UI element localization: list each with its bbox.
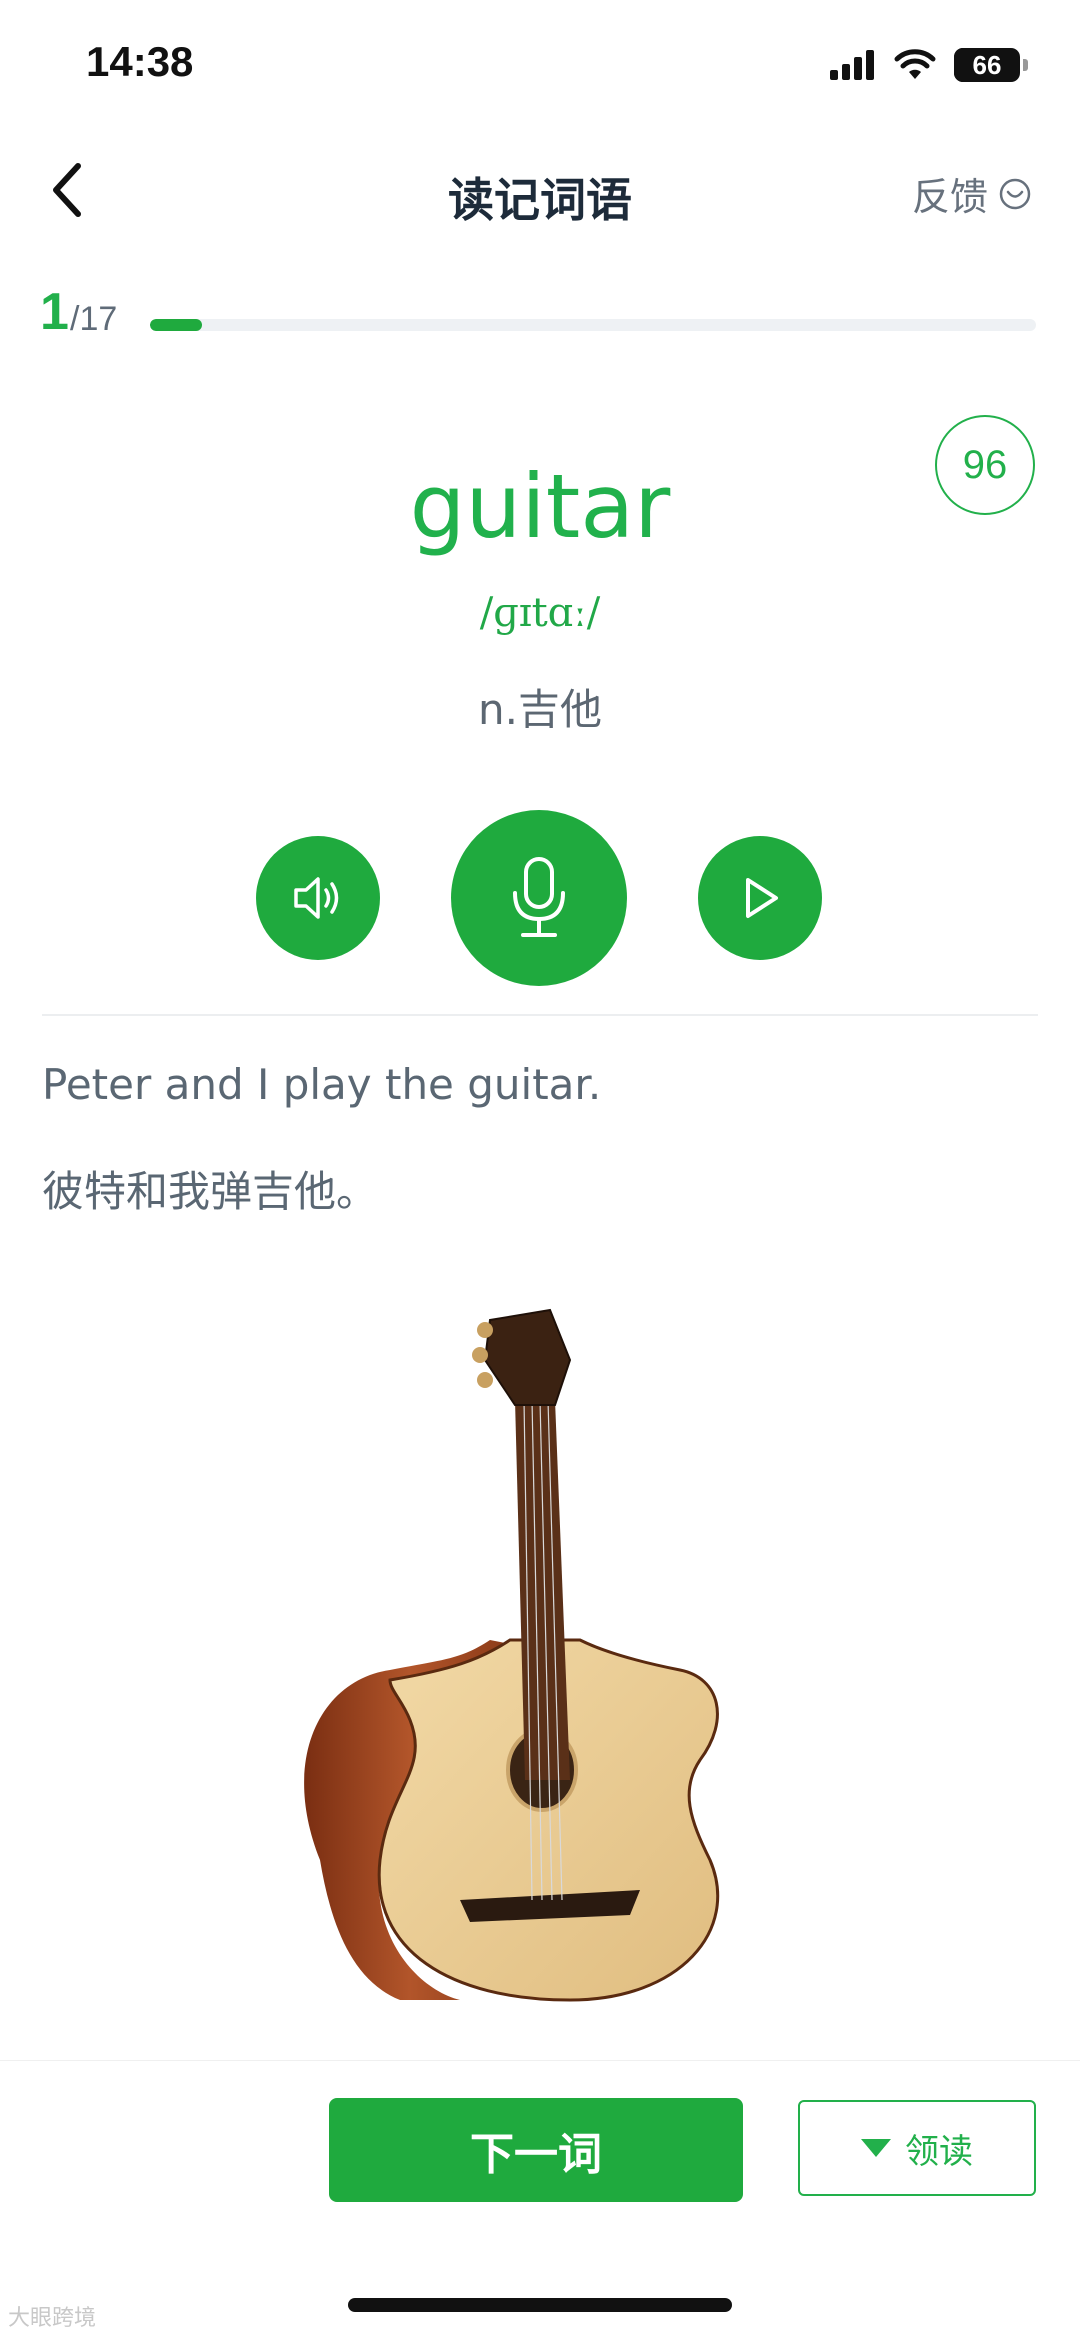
- example-sentence-chinese: 彼特和我弹吉他。: [42, 1167, 379, 1216]
- progress-track: [150, 319, 1036, 331]
- play-button[interactable]: [698, 836, 822, 960]
- battery-body: 66: [954, 48, 1020, 82]
- dropdown-triangle-icon: [861, 2139, 891, 2157]
- nav-bar: 读记词语 反馈: [0, 140, 1080, 240]
- example-sentence-english: Peter and I play the guitar.: [42, 1060, 602, 1109]
- word-text: guitar: [409, 455, 671, 558]
- microphone-icon: [513, 857, 565, 937]
- progress-current: 1: [40, 283, 69, 341]
- battery-tip: [1023, 59, 1028, 71]
- guitar-image: [304, 1308, 720, 2002]
- feedback-smile-icon: [999, 178, 1031, 209]
- signal-icon: [830, 50, 874, 80]
- divider: [42, 1014, 1038, 1016]
- speaker-button[interactable]: [256, 836, 380, 960]
- follow-read-button[interactable]: 领读: [798, 2100, 1036, 2196]
- follow-read-label: 领读: [905, 2131, 973, 2172]
- status-bar: 14:38 66: [0, 0, 1080, 130]
- watermark: 大眼跨境: [8, 2306, 97, 2331]
- status-icons: 66: [830, 48, 1028, 82]
- word-meaning: n.吉他: [478, 685, 602, 734]
- feedback-button[interactable]: 反馈: [912, 166, 1032, 221]
- word-phonetic: /ɡɪtɑː/: [479, 590, 601, 636]
- feedback-label: 反馈: [911, 175, 988, 219]
- microphone-button[interactable]: [451, 810, 627, 986]
- battery-icon: 66: [954, 48, 1028, 82]
- speaker-icon: [294, 877, 339, 919]
- progress-total: /17: [70, 300, 118, 338]
- next-word-button[interactable]: 下一词: [329, 2098, 743, 2202]
- progress-indicator: 1 /17: [40, 282, 1040, 342]
- play-icon: [746, 878, 778, 918]
- progress-fill: [150, 319, 203, 331]
- status-time: 14:38: [86, 38, 194, 85]
- wifi-icon: [894, 49, 936, 79]
- battery-text: 66: [972, 49, 1002, 80]
- home-indicator[interactable]: [348, 2298, 732, 2312]
